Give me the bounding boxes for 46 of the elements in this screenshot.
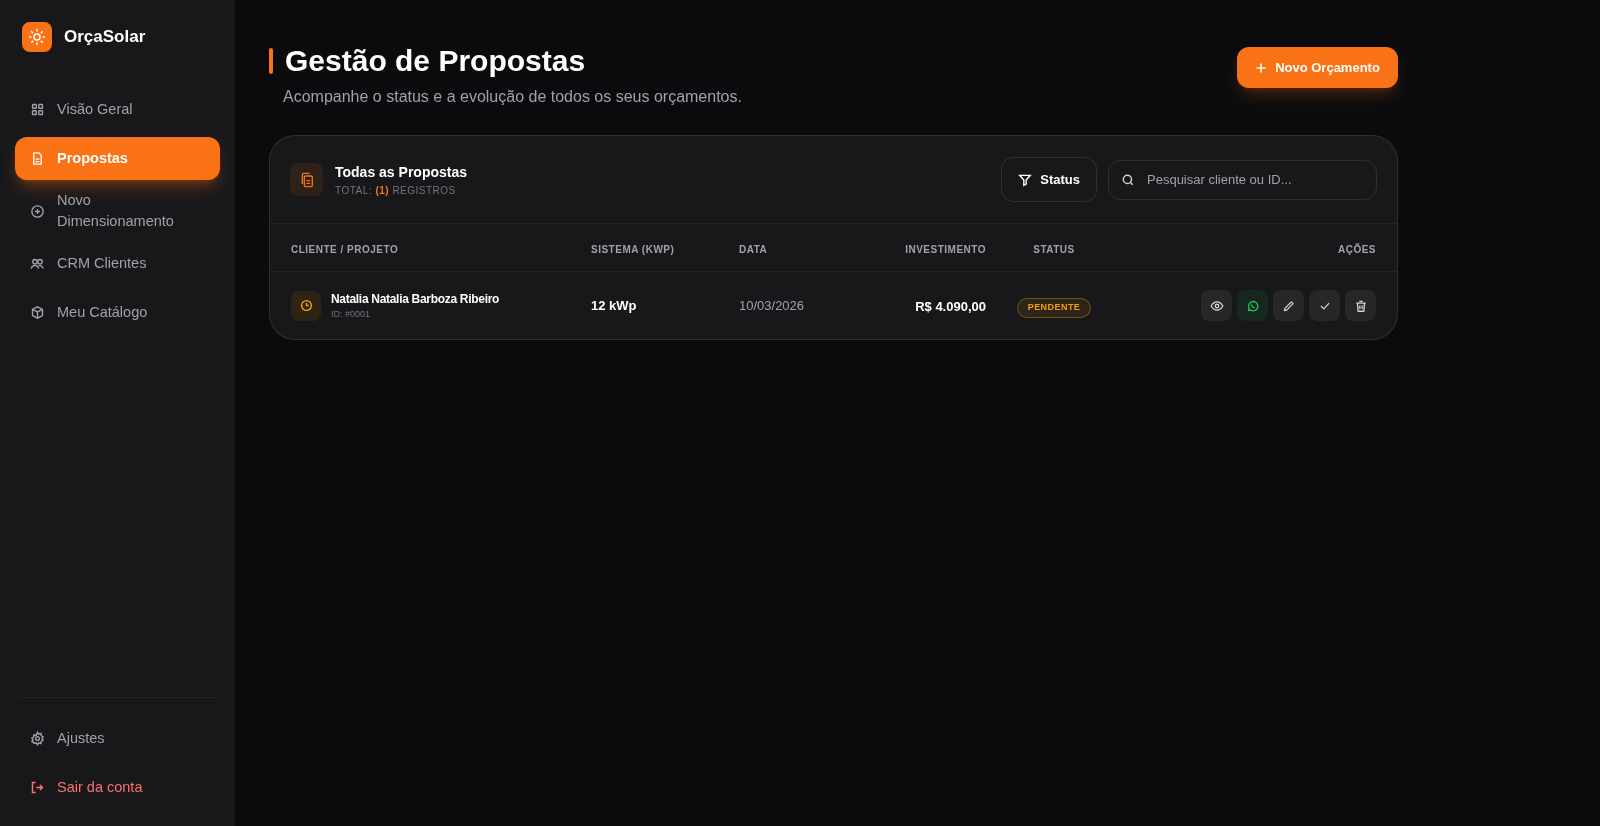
nav-item[interactable]: CRM Clientes: [15, 242, 220, 285]
page-subtitle: Acompanhe o status e a evolução de todos os seus orçamentos.: [283, 87, 742, 107]
eye-icon: [1209, 298, 1224, 313]
document-icon: [30, 151, 45, 166]
search-icon: [1121, 172, 1135, 187]
trash-icon: [1353, 298, 1368, 313]
logout-link[interactable]: Sair da conta: [15, 769, 220, 806]
status-badge: PENDENTE: [1016, 298, 1092, 318]
approve-button[interactable]: [1309, 290, 1340, 321]
table-cell-text: 10/03/2026: [739, 296, 806, 315]
client-id: ID: #0001: [331, 307, 372, 321]
column-header: SISTEMA (KWP): [591, 243, 675, 255]
view-button[interactable]: [1201, 290, 1232, 321]
nav-item[interactable]: Visão Geral: [15, 88, 220, 131]
table-cell-text: 12 kWp: [591, 296, 638, 315]
table-cell: R$ 4.090,00: [915, 298, 986, 314]
chat-bubble-icon: [1245, 298, 1260, 313]
gear-icon: [30, 731, 45, 746]
column-header: DATA: [739, 243, 768, 255]
documents-icon: [290, 163, 323, 196]
delete-button[interactable]: [1345, 290, 1376, 321]
column-header: STATUS: [1033, 243, 1075, 255]
grid-icon: [30, 102, 45, 117]
clock-icon: [291, 290, 321, 321]
card-title: Todas as Propostas: [335, 162, 467, 182]
page-title: Gestão de Propostas: [285, 43, 586, 79]
status-filter-button[interactable]: Status: [1001, 157, 1097, 202]
settings-link[interactable]: Ajustes: [15, 720, 220, 757]
nav-item[interactable]: Novo Dimensionamento: [15, 186, 220, 236]
users-icon: [30, 256, 45, 271]
edit-button[interactable]: [1273, 290, 1304, 321]
client-name: Natalia Natalia Barboza Ribeiro: [331, 290, 500, 308]
record-count: TOTAL: (1) REGISTROS: [335, 183, 457, 198]
plus-icon: [1255, 61, 1268, 74]
logout-icon: [30, 780, 45, 795]
box-icon: [30, 305, 45, 320]
whatsapp-button[interactable]: [1237, 290, 1268, 321]
pencil-icon: [1281, 298, 1296, 313]
column-header: INVESTIMENTO: [905, 243, 986, 255]
nav-item[interactable]: Meu Catálogo: [15, 291, 220, 334]
column-header: AÇÕES: [1337, 243, 1376, 255]
plus-circle-icon: [30, 203, 45, 219]
filter-icon: [1018, 172, 1033, 187]
column-header: CLIENTE / PROJETO: [291, 243, 399, 255]
brand-name: OrçaSolar: [64, 26, 146, 49]
sun-logo-icon: [22, 22, 52, 52]
